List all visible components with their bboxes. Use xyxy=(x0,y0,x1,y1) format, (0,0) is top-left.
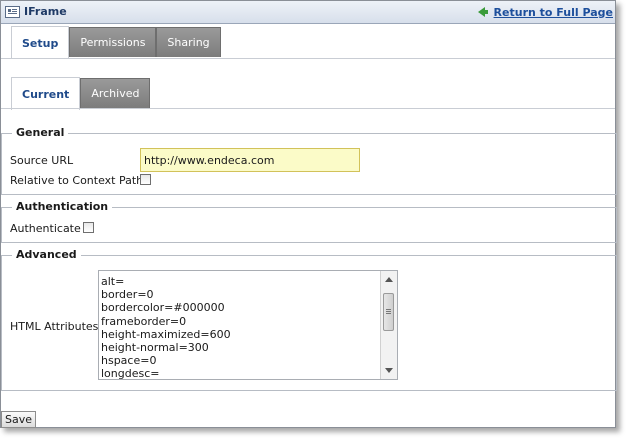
arrow-left-icon[interactable] xyxy=(477,7,488,17)
main-tabs: Setup Permissions Sharing xyxy=(11,26,221,59)
authentication-legend: Authentication xyxy=(12,200,113,213)
general-legend: General xyxy=(12,126,69,139)
html-attributes-label: HTML Attributes xyxy=(10,320,99,333)
tab-divider xyxy=(1,58,615,59)
source-url-input[interactable] xyxy=(140,148,360,172)
scroll-thumb[interactable] xyxy=(383,293,394,331)
authenticate-label: Authenticate xyxy=(10,222,81,235)
scroll-up-icon[interactable] xyxy=(385,277,393,282)
subtab-divider xyxy=(1,108,615,109)
tab-permissions[interactable]: Permissions xyxy=(69,27,157,57)
footer-divider xyxy=(1,390,615,391)
tab-current[interactable]: Current xyxy=(11,77,81,110)
return-link-text[interactable]: Return to Full Page xyxy=(494,6,613,19)
return-to-full-page[interactable]: Return to Full Page xyxy=(477,4,613,20)
scroll-down-icon[interactable] xyxy=(385,368,393,373)
sub-tabs: Current Archived xyxy=(11,77,151,110)
window-title: IFrame xyxy=(24,5,67,18)
source-url-label: Source URL xyxy=(10,154,74,167)
authenticate-checkbox[interactable] xyxy=(83,222,94,233)
advanced-section-line xyxy=(1,255,617,256)
tab-setup[interactable]: Setup xyxy=(11,26,70,59)
tab-sharing[interactable]: Sharing xyxy=(156,27,221,57)
relative-context-checkbox[interactable] xyxy=(140,174,151,185)
html-attributes-content[interactable]: alt= border=0 bordercolor=#000000 frameb… xyxy=(101,275,231,379)
save-button[interactable]: Save xyxy=(1,411,37,428)
iframe-settings-window: IFrame Return to Full Page Setup Permiss… xyxy=(0,0,617,428)
tab-archived[interactable]: Archived xyxy=(80,78,151,108)
window-titlebar: IFrame Return to Full Page xyxy=(1,1,615,24)
relative-context-label: Relative to Context Path xyxy=(10,174,144,187)
window-icon xyxy=(5,6,20,18)
vertical-scrollbar[interactable] xyxy=(380,271,397,379)
html-attributes-textarea[interactable]: alt= border=0 bordercolor=#000000 frameb… xyxy=(98,270,398,380)
advanced-legend: Advanced xyxy=(12,248,81,261)
